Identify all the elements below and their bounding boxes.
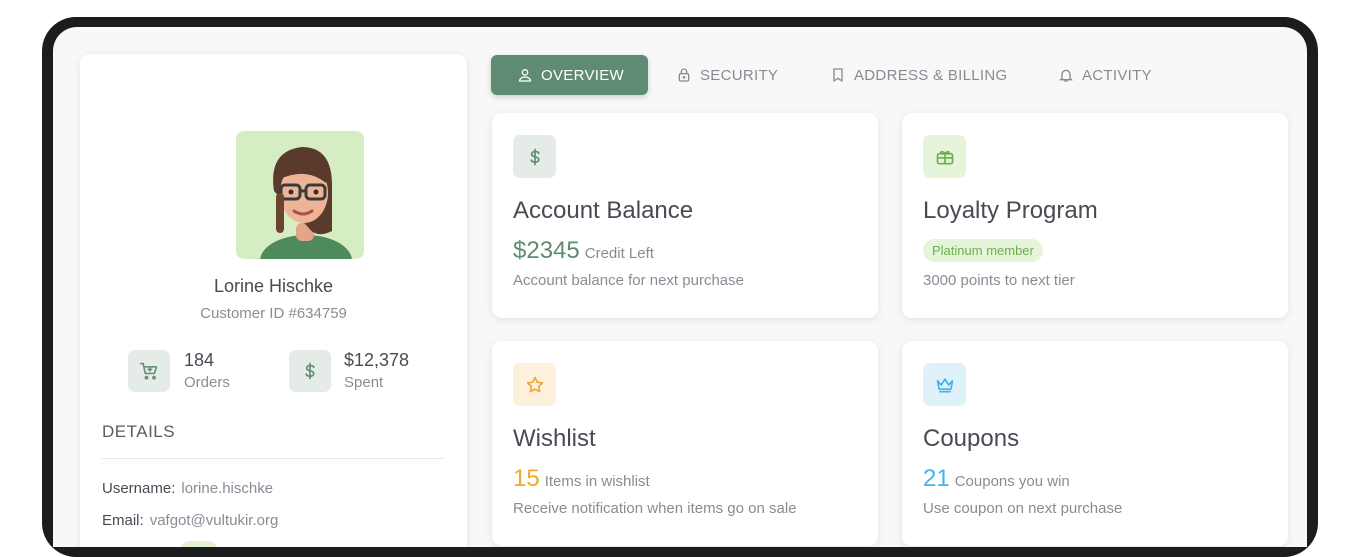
card-description: Use coupon on next purchase (923, 500, 1123, 517)
details-heading: DETAILS (102, 422, 176, 441)
account-balance-card: Account Balance $2345 Credit Left Accoun… (492, 113, 878, 318)
status-badge: Platinum member (923, 239, 1043, 262)
card-description: Account balance for next purchase (513, 272, 744, 289)
dollar-icon (513, 135, 556, 178)
spent-label: Spent (344, 374, 384, 391)
tab-activity[interactable]: ACTIVITY (1058, 55, 1152, 95)
user-icon (517, 67, 533, 83)
email-label: Email: (102, 512, 144, 529)
tab-security[interactable]: SECURITY (676, 55, 778, 95)
balance-suffix: Credit Left (584, 245, 654, 262)
username-label: Username: (102, 480, 176, 497)
tab-label: OVERVIEW (541, 66, 624, 84)
card-description: Receive notification when items go on sa… (513, 500, 797, 517)
coupons-count: 21 (923, 465, 950, 492)
status-badge (180, 541, 218, 547)
email-row: Email: vafgot@vultukir.org (102, 512, 278, 529)
app-screen: Lorine Hischke Customer ID #634759 184 O… (53, 27, 1307, 547)
balance-line: $2345 Credit Left (513, 237, 654, 265)
coupons-card: Coupons 21 Coupons you win Use coupon on… (902, 341, 1288, 546)
loyalty-badge-row: Platinum member (923, 239, 1043, 262)
orders-count: 184 (184, 350, 215, 370)
coupons-line: 21 Coupons you win (923, 465, 1070, 493)
loyalty-program-card: Loyalty Program Platinum member 3000 poi… (902, 113, 1288, 318)
card-description: 3000 points to next tier (923, 272, 1075, 289)
customer-name: Lorine Hischke (213, 276, 334, 296)
tab-address-billing[interactable]: ADDRESS & BILLING (830, 55, 1007, 95)
star-icon (513, 363, 556, 406)
lock-icon (676, 67, 692, 83)
wishlist-line: 15 Items in wishlist (513, 465, 650, 493)
avatar (236, 131, 364, 259)
divider (102, 458, 444, 459)
wishlist-count: 15 (513, 465, 540, 492)
tab-label: SECURITY (700, 66, 779, 84)
bookmark-icon (830, 67, 846, 83)
tab-overview[interactable]: OVERVIEW (491, 55, 648, 95)
wishlist-suffix: Items in wishlist (544, 473, 650, 490)
orders-label: Orders (184, 374, 230, 391)
card-title: Loyalty Program (923, 197, 1098, 224)
wishlist-card: Wishlist 15 Items in wishlist Receive no… (492, 341, 878, 546)
username-row: Username: lorine.hischke (102, 480, 273, 497)
balance-amount: $2345 (513, 237, 580, 264)
card-title: Wishlist (513, 425, 596, 452)
tab-label: ACTIVITY (1082, 66, 1152, 84)
coupons-suffix: Coupons you win (954, 473, 1070, 490)
card-title: Account Balance (513, 197, 694, 224)
customer-id: Customer ID #634759 (200, 305, 347, 322)
card-title: Coupons (923, 425, 1020, 452)
email-value: vafgot@vultukir.org (149, 512, 279, 529)
bell-icon (1058, 67, 1074, 83)
cart-icon (128, 350, 170, 392)
spent-amount: $12,378 (344, 350, 410, 370)
username-value: lorine.hischke (181, 480, 274, 497)
tab-label: ADDRESS & BILLING (854, 66, 1008, 84)
profile-card: Lorine Hischke Customer ID #634759 184 O… (80, 54, 467, 547)
dollar-icon (289, 350, 331, 392)
crown-icon (923, 363, 966, 406)
gift-icon (923, 135, 966, 178)
